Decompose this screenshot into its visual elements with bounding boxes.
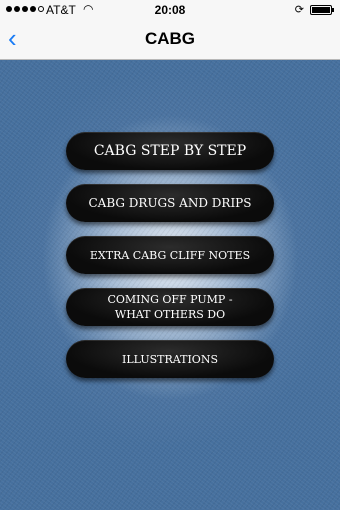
coming-off-pump-button[interactable]: COMING OFF PUMP - WHAT OTHERS DO [66, 288, 274, 326]
page-title: CABG [144, 29, 196, 48]
button-label: CABG DRUGS AND DRIPS [88, 195, 252, 210]
navigation-bar: ‹ CABG [0, 20, 340, 60]
button-label: COMING OFF PUMP - WHAT OTHERS DO [107, 293, 233, 321]
cabg-drugs-and-drips-button[interactable]: CABG DRUGS AND DRIPS [66, 184, 274, 222]
button-label: ILLUSTRATIONS [122, 352, 218, 366]
status-bar: AT&T ◠ 20:08 ⟳ [0, 0, 340, 20]
button-label: EXTRA CABG CLIFF NOTES [89, 248, 251, 262]
illustrations-button[interactable]: ILLUSTRATIONS [66, 340, 274, 378]
button-label: CABG STEP BY STEP [93, 142, 247, 159]
textured-background [0, 60, 340, 510]
extra-cabg-cliff-notes-button[interactable]: EXTRA CABG CLIFF NOTES [66, 236, 274, 274]
battery-icon [310, 5, 334, 15]
cabg-step-by-step-button[interactable]: CABG STEP BY STEP [66, 132, 274, 170]
rotation-lock-icon: ⟳ [294, 4, 304, 16]
menu-screen: CABG STEP BY STEP CABG DRUGS AND DRIPS E… [0, 60, 340, 510]
status-time: 20:08 [154, 3, 186, 17]
